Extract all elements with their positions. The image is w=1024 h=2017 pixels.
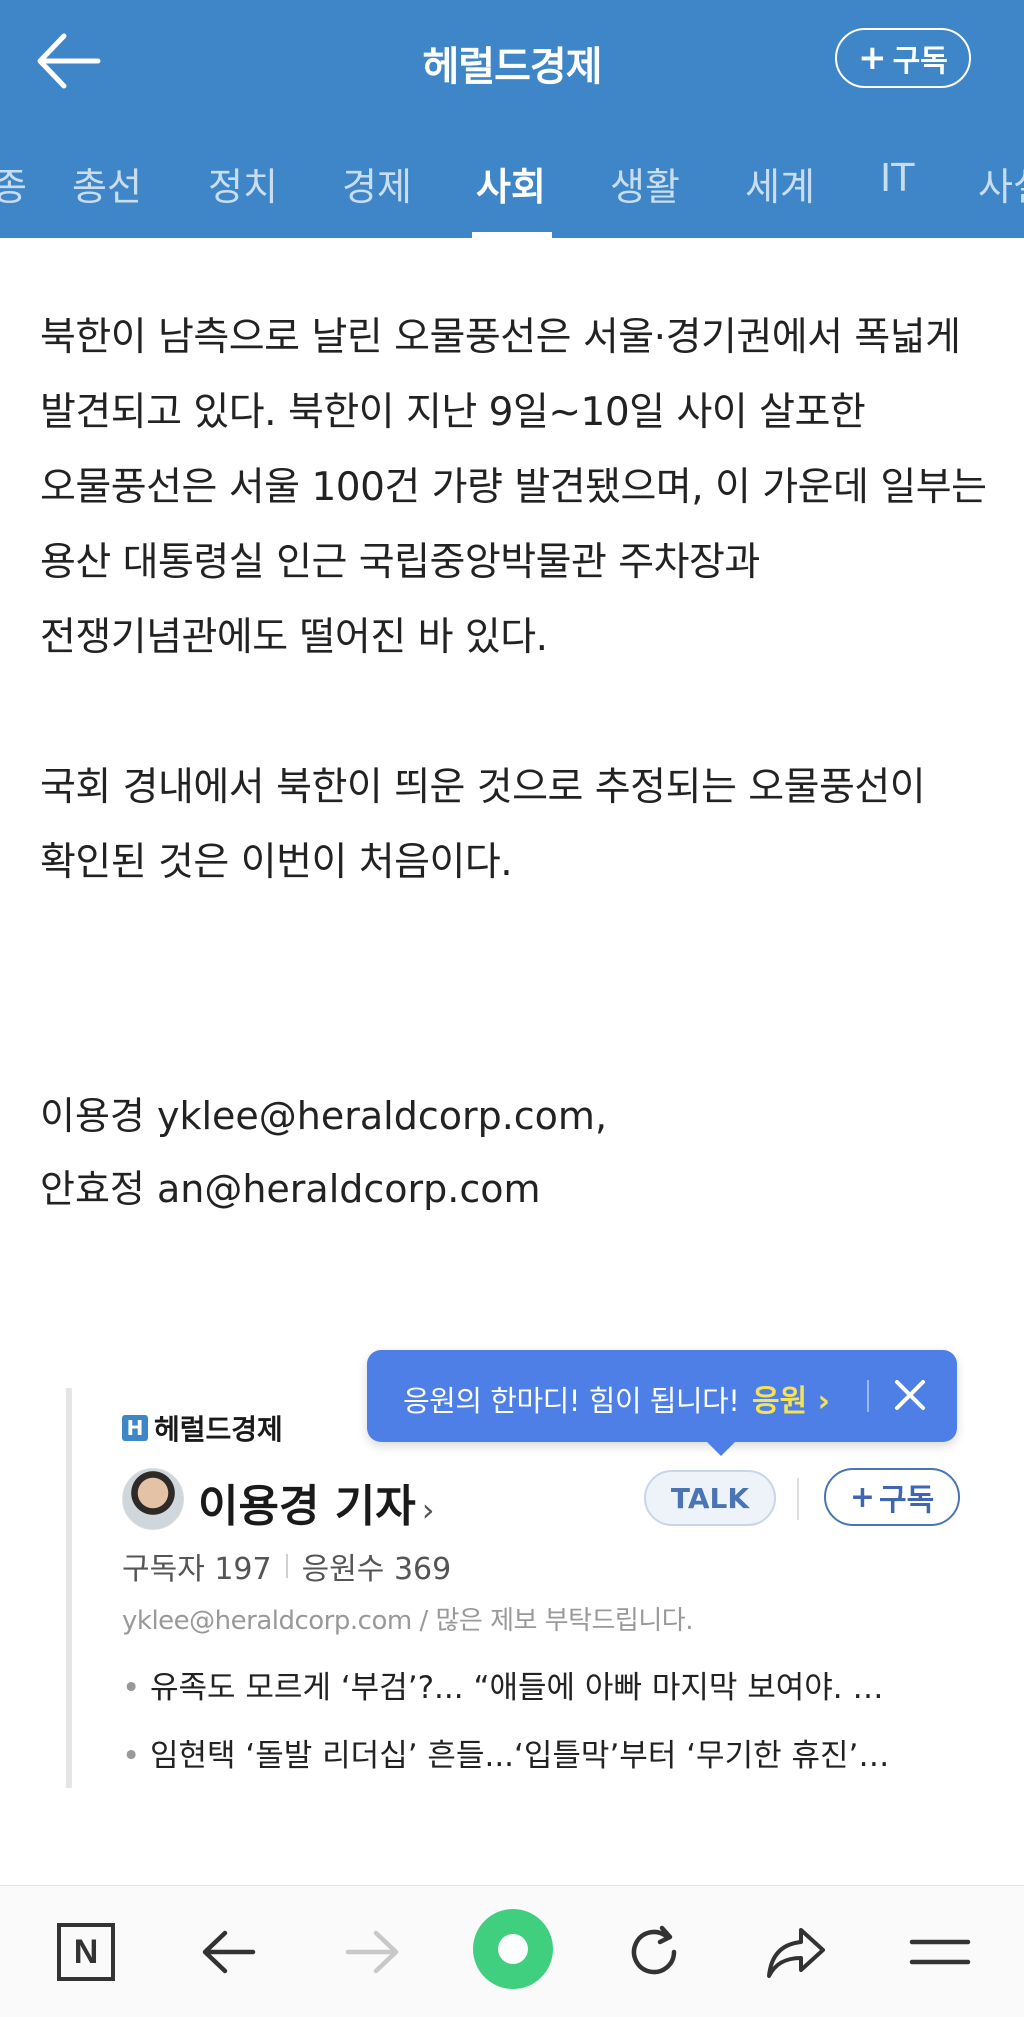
tab-item[interactable]: 사설 — [978, 156, 1024, 211]
close-button[interactable] — [885, 1370, 935, 1420]
menu-icon — [909, 1939, 971, 1965]
naver-home-icon: N — [57, 1923, 115, 1981]
byline-line: 안효정 an@heraldcorp.com — [40, 1167, 541, 1211]
divider — [797, 1478, 799, 1520]
outlet-logo: H 헤럴드경제 — [122, 1408, 283, 1448]
tab-item[interactable]: 종 — [0, 156, 27, 211]
subscribe-label: 구독 — [878, 1483, 935, 1518]
green-dot-button[interactable] — [473, 1909, 553, 1989]
tab-item[interactable]: IT — [880, 156, 914, 200]
forward-nav-button[interactable] — [336, 1916, 408, 1988]
subscribe-button[interactable]: + 구독 — [835, 28, 971, 88]
related-article-link[interactable]: 임현택 ‘돌발 리더십’ 흔들...‘입틀막’부터 ‘무기한 휴진’… — [122, 1722, 982, 1790]
tooltip-text: 응원의 한마디! 힘이 됩니다! — [403, 1384, 740, 1418]
article-paragraph: 북한이 남측으로 날린 오물풍선은 서울·경기권에서 폭넓게 발견되고 있다. … — [40, 315, 987, 660]
active-tab-indicator — [472, 232, 552, 238]
plus-icon: + — [858, 38, 887, 78]
naver-home-button[interactable]: N — [50, 1916, 122, 1988]
cheer-count: 응원수 369 — [301, 1552, 452, 1587]
menu-button[interactable] — [904, 1916, 976, 1988]
reporter-name: 이용경 기자 — [198, 1481, 416, 1532]
refresh-icon — [631, 1925, 677, 1975]
related-article-link[interactable]: 유족도 모르게 ‘부검’?... “애들에 아빠 마지막 보여야. … — [122, 1654, 982, 1722]
browser-bottom-bar: N — [0, 1885, 1024, 2017]
share-button[interactable] — [760, 1916, 832, 1988]
byline-line: 이용경 yklee@heraldcorp.com, — [40, 1094, 608, 1138]
article-paragraph: 국회 경내에서 북한이 띄운 것으로 추정되는 오물풍선이 확인된 것은 이번이… — [40, 765, 926, 885]
avatar[interactable] — [122, 1468, 184, 1530]
tab-item[interactable]: 생활 — [610, 156, 680, 211]
cheer-label: 응원 — [752, 1384, 808, 1419]
tab-item-active[interactable]: 사회 — [476, 156, 546, 211]
reporter-card: H 헤럴드경제 이용경 기자 › TALK + 구독 구독자 197 응원수 36… — [66, 1388, 976, 1790]
reporter-stats: 구독자 197 응원수 369 — [122, 1544, 451, 1588]
divider — [867, 1380, 869, 1412]
back-nav-button[interactable] — [193, 1916, 265, 1988]
close-icon — [895, 1380, 925, 1410]
talk-button[interactable]: TALK — [644, 1470, 776, 1526]
tab-item[interactable]: 정치 — [208, 156, 278, 211]
chevron-right-icon: › — [817, 1384, 831, 1419]
reporter-email: yklee@heraldcorp.com / 많은 제보 부탁드립니다. — [122, 1606, 693, 1636]
top-bar: 헤럴드경제 + 구독 — [0, 0, 1024, 122]
share-icon — [767, 1928, 825, 1978]
subscribe-label: 구독 — [892, 44, 948, 79]
outlet-name: 헤럴드경제 — [154, 1413, 283, 1446]
green-dot-icon — [498, 1934, 528, 1964]
reporter-subscribe-button[interactable]: + 구독 — [824, 1468, 960, 1526]
tab-item[interactable]: 총선 — [72, 156, 142, 211]
byline: 이용경 yklee@heraldcorp.com, 안효정 an@heraldc… — [40, 1080, 607, 1226]
refresh-button[interactable] — [618, 1916, 690, 1988]
tab-item[interactable]: 세계 — [745, 156, 815, 211]
herald-logo-icon: H — [122, 1415, 148, 1441]
tab-item[interactable]: 경제 — [342, 156, 412, 211]
cheer-tooltip: 응원의 한마디! 힘이 됩니다! 응원 › — [367, 1350, 957, 1456]
reporter-name-link[interactable]: 이용경 기자 › — [198, 1470, 435, 1534]
related-articles: 유족도 모르게 ‘부검’?... “애들에 아빠 마지막 보여야. … 임현택 … — [122, 1654, 982, 1790]
plus-icon: + — [849, 1479, 875, 1515]
app-header: 헤럴드경제 + 구독 종 총선 정치 경제 사회 생활 세계 IT 사설 — [0, 0, 1024, 238]
subscriber-count: 구독자 197 — [122, 1552, 272, 1587]
divider — [285, 1554, 288, 1578]
back-arrow-icon — [202, 1930, 256, 1974]
forward-arrow-icon — [345, 1930, 399, 1974]
article-body: 북한이 남측으로 날린 오물풍선은 서울·경기권에서 폭넓게 발견되고 있다. … — [40, 300, 990, 900]
chevron-right-icon: › — [421, 1491, 435, 1529]
category-tabs: 종 총선 정치 경제 사회 생활 세계 IT 사설 — [0, 122, 1024, 238]
cheer-link[interactable]: 응원 › — [752, 1376, 830, 1420]
